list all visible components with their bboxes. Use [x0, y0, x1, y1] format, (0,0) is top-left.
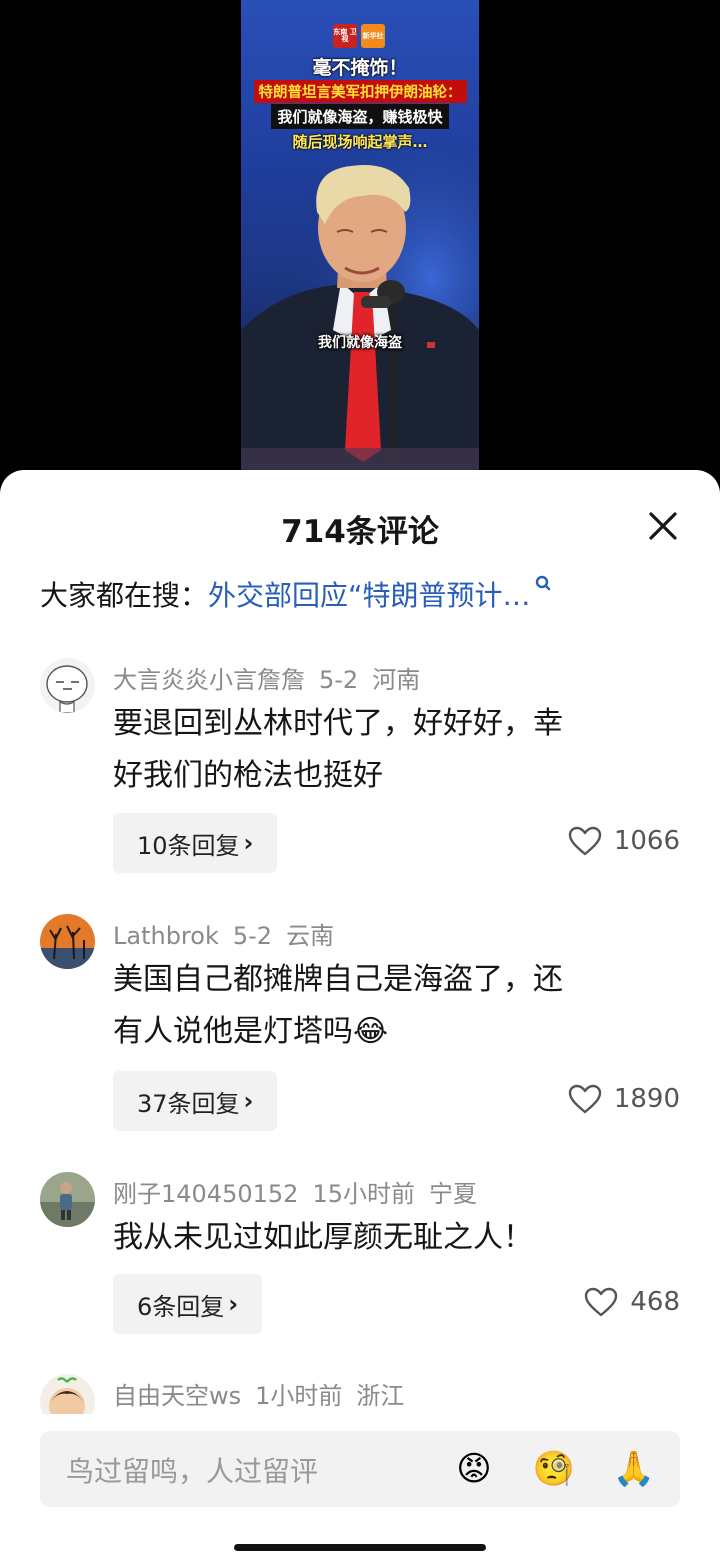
- view-replies-button[interactable]: 10条回复 ›: [113, 813, 278, 873]
- view-replies-button[interactable]: 37条回复 ›: [113, 1071, 278, 1131]
- video-headline-1: 毫不掩饰！: [312, 57, 408, 79]
- like-button[interactable]: 468: [584, 1287, 680, 1317]
- comment-input[interactable]: 鸟过留鸣，人过留评 😡 🧐 🙏: [40, 1431, 680, 1507]
- comment-text: 我从未见过如此厚颜无耻之人！: [113, 1212, 673, 1264]
- video-headline-2: 特朗普坦言美军扣押伊朗油轮：: [241, 80, 479, 103]
- comment-date: 5-2: [319, 666, 359, 694]
- comment-item: 自由天空ws 1小时前 浙江: [0, 1374, 720, 1414]
- comment-username[interactable]: 刚子140450152: [113, 1180, 298, 1208]
- comment-text-line: 有人说他是灯塔吗😂: [113, 1014, 389, 1049]
- comment-text: 美国自己都摊牌自己是海盗了，还 有人说他是灯塔吗😂: [113, 954, 673, 1058]
- video-subtitle: 我们就像海盗: [318, 335, 402, 351]
- chevron-right-icon: ›: [243, 829, 254, 857]
- heart-icon: [568, 1084, 602, 1114]
- comment-meta: 自由天空ws 1小时前 浙江: [113, 1376, 418, 1411]
- trending-search-prefix: 大家都在搜：: [40, 579, 209, 612]
- trending-search[interactable]: 大家都在搜：外交部回应“特朗普预计…: [40, 574, 553, 614]
- comment-text: 要退回到丛林时代了，好好好，幸 好我们的枪法也挺好: [113, 698, 673, 802]
- avatar[interactable]: [40, 1374, 95, 1414]
- close-icon[interactable]: [645, 508, 681, 544]
- search-icon: [535, 575, 550, 591]
- replies-count: 37条回复: [137, 1089, 240, 1118]
- channel-logo-red: 东南 卫视: [333, 24, 357, 48]
- praying-hands-emoji-icon[interactable]: 🙏: [612, 1447, 656, 1491]
- trending-search-link[interactable]: 外交部回应“特朗普预计…: [208, 579, 531, 612]
- comment-date: 5-2: [232, 922, 273, 950]
- thinking-emoji-icon[interactable]: 🧐: [532, 1447, 576, 1491]
- channel-logo-orange: 新华社: [361, 24, 385, 48]
- video-player[interactable]: 东南 卫视 新华社 毫不掩饰！ 特朗普坦言美军扣押伊朗油轮： 我们就像海盗，赚钱…: [241, 0, 479, 470]
- comment-meta: 刚子140450152 15小时前 宁夏: [113, 1174, 491, 1209]
- comment-username[interactable]: Lathbrok: [113, 922, 219, 950]
- video-headline-4: 随后现场响起掌声…: [292, 133, 428, 151]
- avatar[interactable]: [40, 658, 95, 713]
- comment-date: 1小时前: [255, 1382, 343, 1410]
- comments-sheet: 714条评论 大家都在搜：外交部回应“特朗普预计… 大言炎炎小言詹詹 5-2 河南 …: [0, 470, 720, 1563]
- like-button[interactable]: 1066: [568, 826, 680, 856]
- comment-text-line: 要退回到丛林时代了，好好好，幸: [113, 706, 563, 741]
- comment-username[interactable]: 大言炎炎小言詹詹: [113, 666, 305, 694]
- comment-text-line: 美国自己都摊牌自己是海盗了，还: [113, 962, 563, 997]
- comment-location: 云南: [286, 922, 335, 950]
- heart-icon: [568, 826, 602, 856]
- comment-location: 浙江: [356, 1382, 405, 1410]
- replies-count: 6条回复: [137, 1292, 225, 1321]
- comment-location: 宁夏: [428, 1180, 477, 1208]
- comment-meta: 大言炎炎小言詹詹 5-2 河南: [113, 660, 434, 695]
- comment-location: 河南: [372, 666, 421, 694]
- comment-username[interactable]: 自由天空ws: [113, 1382, 241, 1410]
- angry-emoji-icon[interactable]: 😡: [452, 1447, 496, 1491]
- comment-meta: Lathbrok 5-2 云南: [113, 916, 348, 951]
- broadcaster-logos: 东南 卫视 新华社: [333, 24, 385, 48]
- comment-text-line: 我从未见过如此厚颜无耻之人！: [113, 1220, 533, 1255]
- comments-count-title: 714条评论: [281, 514, 439, 550]
- comment-date: 15小时前: [312, 1180, 415, 1208]
- like-count: 1066: [613, 826, 680, 856]
- avatar[interactable]: [40, 914, 95, 969]
- like-count: 1890: [613, 1084, 680, 1114]
- like-button[interactable]: 1890: [568, 1084, 680, 1114]
- view-replies-button[interactable]: 6条回复 ›: [113, 1274, 263, 1334]
- heart-icon: [585, 1287, 618, 1317]
- home-indicator[interactable]: [234, 1544, 486, 1551]
- chevron-right-icon: ›: [243, 1087, 254, 1115]
- avatar[interactable]: [40, 1172, 95, 1227]
- replies-count: 10条回复: [137, 831, 240, 860]
- comment-input-placeholder: 鸟过留鸣，人过留评: [66, 1455, 319, 1488]
- like-count: 468: [630, 1287, 680, 1317]
- comment-text-line: 好我们的枪法也挺好: [113, 758, 383, 793]
- chevron-right-icon: ›: [228, 1290, 239, 1318]
- video-headline-3: 我们就像海盗，赚钱极快: [241, 104, 479, 129]
